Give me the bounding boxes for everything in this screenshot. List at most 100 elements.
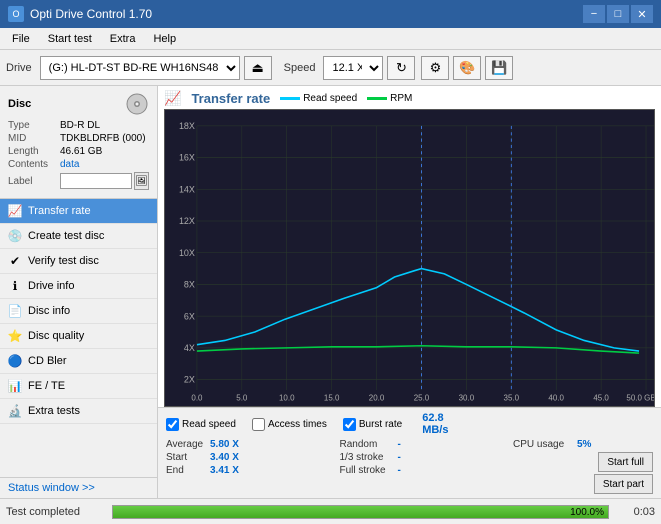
content-area: 📈 Transfer rate Read speed RPM	[158, 86, 661, 498]
full-stroke-label: Full stroke	[340, 465, 394, 476]
nav-disc-info[interactable]: 📄 Disc info	[0, 299, 157, 324]
nav-create-test-disc[interactable]: 💿 Create test disc	[0, 224, 157, 249]
chart-legend: Read speed RPM	[280, 93, 412, 104]
menu-bar: File Start test Extra Help	[0, 28, 661, 50]
chart-title: Transfer rate	[191, 91, 270, 106]
main-layout: Disc Type BD-R DL MID TDKBLDRFB (000) Le…	[0, 86, 661, 498]
color-button[interactable]: 🎨	[453, 56, 481, 80]
read-speed-checkbox[interactable]	[166, 418, 179, 431]
save-button[interactable]: 💾	[485, 56, 513, 80]
minimize-button[interactable]: −	[583, 5, 605, 23]
stats-row-cpu: CPU usage 5%	[513, 439, 653, 450]
status-text: Test completed	[6, 506, 106, 518]
speed-label: Speed	[284, 62, 316, 74]
stats-col-3: CPU usage 5% Start full Start part	[513, 439, 653, 494]
svg-text:14X: 14X	[179, 184, 195, 194]
full-stroke-value: -	[398, 465, 418, 476]
chart-header: 📈 Transfer rate Read speed RPM	[164, 90, 655, 107]
nav-extra-tests[interactable]: 🔬 Extra tests	[0, 399, 157, 424]
progress-bar	[113, 506, 608, 518]
start-full-button[interactable]: Start full	[598, 452, 653, 472]
time-display: 0:03	[615, 506, 655, 518]
stats-row-start-part: Start part	[513, 474, 653, 494]
stats-row-average: Average 5.80 X	[166, 439, 340, 450]
svg-text:30.0: 30.0	[459, 394, 475, 403]
disc-icon	[125, 92, 149, 116]
status-bar: Test completed 100.0% 0:03	[0, 498, 661, 524]
average-label: Average	[166, 439, 206, 450]
legend-rpm: RPM	[367, 93, 412, 104]
svg-text:12X: 12X	[179, 216, 195, 226]
contents-label: Contents	[8, 159, 60, 170]
chart-icon: 📈	[164, 90, 181, 107]
checkbox-burst-rate[interactable]: Burst rate	[343, 418, 402, 431]
start-part-button[interactable]: Start part	[594, 474, 653, 494]
drive-label: Drive	[6, 62, 32, 74]
stats-row-start: Start 3.40 X	[166, 452, 340, 463]
chart-svg: 18X 16X 14X 12X 10X 8X 6X 4X 2X 0.0 5.0	[165, 110, 654, 406]
drive-select[interactable]: (G:) HL-DT-ST BD-RE WH16NS48 1.D3	[40, 56, 240, 80]
extra-tests-icon: 🔬	[8, 404, 22, 418]
svg-text:50.0 GB: 50.0 GB	[626, 394, 654, 403]
legend-read-speed: Read speed	[280, 93, 357, 104]
drive-info-icon: ℹ	[8, 279, 22, 293]
nav-section: 📈 Transfer rate 💿 Create test disc ✔ Ver…	[0, 199, 157, 477]
checkbox-read-speed[interactable]: Read speed	[166, 418, 236, 431]
checkbox-access-times[interactable]: Access times	[252, 418, 327, 431]
menu-help[interactable]: Help	[145, 31, 184, 47]
end-label: End	[166, 465, 206, 476]
burst-rate-checkbox[interactable]	[343, 418, 356, 431]
create-test-disc-icon: 💿	[8, 229, 22, 243]
nav-verify-test-disc[interactable]: ✔ Verify test disc	[0, 249, 157, 274]
nav-transfer-rate[interactable]: 📈 Transfer rate	[0, 199, 157, 224]
transfer-rate-icon: 📈	[8, 204, 22, 218]
menu-extra[interactable]: Extra	[102, 31, 144, 47]
disc-quality-icon: ⭐	[8, 329, 22, 343]
random-value: -	[398, 439, 418, 450]
stats-area: Read speed Access times Burst rate 62.8 …	[158, 407, 661, 498]
nav-drive-info[interactable]: ℹ Drive info	[0, 274, 157, 299]
legend-read-speed-color	[280, 97, 300, 100]
third-stroke-value: -	[398, 452, 418, 463]
type-label: Type	[8, 120, 60, 131]
label-browse-button[interactable]: 🖼	[134, 172, 149, 190]
legend-rpm-color	[367, 97, 387, 100]
sidebar: Disc Type BD-R DL MID TDKBLDRFB (000) Le…	[0, 86, 158, 498]
stats-row-third-stroke: 1/3 stroke -	[340, 452, 514, 463]
length-label: Length	[8, 146, 60, 157]
access-times-checkbox[interactable]	[252, 418, 265, 431]
app-title: Opti Drive Control 1.70	[30, 7, 152, 21]
end-value: 3.41 X	[210, 465, 246, 476]
stats-row-end: End 3.41 X	[166, 465, 340, 476]
maximize-button[interactable]: □	[607, 5, 629, 23]
window-controls: − □ ✕	[583, 5, 653, 23]
chart-container: 📈 Transfer rate Read speed RPM	[158, 86, 661, 407]
stats-col-2: Random - 1/3 stroke - Full stroke -	[340, 439, 514, 494]
menu-file[interactable]: File	[4, 31, 38, 47]
eject-button[interactable]: ⏏	[244, 56, 272, 80]
svg-text:2X: 2X	[184, 375, 195, 385]
average-value: 5.80 X	[210, 439, 246, 450]
nav-cd-bler[interactable]: 🔵 CD Bler	[0, 349, 157, 374]
label-input[interactable]	[60, 173, 132, 189]
cd-bler-icon: 🔵	[8, 354, 22, 368]
svg-text:15.0: 15.0	[324, 394, 340, 403]
settings-button[interactable]: ⚙	[421, 56, 449, 80]
contents-value: data	[60, 159, 79, 170]
nav-fe-te[interactable]: 📊 FE / TE	[0, 374, 157, 399]
nav-disc-quality[interactable]: ⭐ Disc quality	[0, 324, 157, 349]
menu-start-test[interactable]: Start test	[40, 31, 100, 47]
stats-row-start-full: Start full	[513, 452, 653, 472]
toolbar: Drive (G:) HL-DT-ST BD-RE WH16NS48 1.D3 …	[0, 50, 661, 86]
verify-test-disc-icon: ✔	[8, 254, 22, 268]
disc-title: Disc	[8, 98, 31, 110]
speed-select[interactable]: 12.1 X	[323, 56, 383, 80]
svg-text:20.0: 20.0	[369, 394, 385, 403]
close-button[interactable]: ✕	[631, 5, 653, 23]
status-window-link[interactable]: Status window >>	[0, 477, 157, 498]
svg-text:5.0: 5.0	[236, 394, 248, 403]
svg-text:4X: 4X	[184, 343, 195, 353]
stats-col-1: Average 5.80 X Start 3.40 X End 3.41 X	[166, 439, 340, 494]
svg-text:8X: 8X	[184, 279, 195, 289]
refresh-button[interactable]: ↻	[387, 56, 415, 80]
